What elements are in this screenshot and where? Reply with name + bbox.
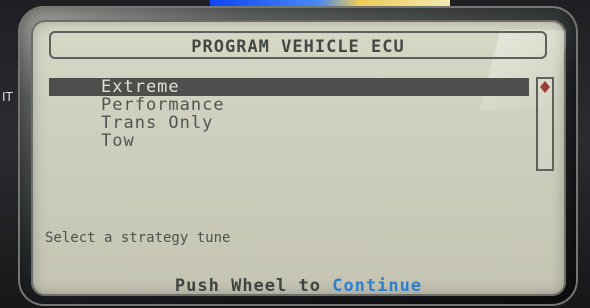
title-box: PROGRAM VEHICLE ECU	[49, 31, 547, 59]
device-frame: IT PROGRAM VEHICLE ECU Extreme Performan…	[0, 0, 590, 308]
page-title: PROGRAM VEHICLE ECU	[191, 37, 405, 57]
side-mark: IT	[2, 90, 13, 104]
menu-item-trans-only[interactable]: Trans Only	[49, 114, 529, 132]
continue-hint: Push Wheel to Continue	[31, 276, 566, 296]
menu-item-tow[interactable]: Tow	[49, 132, 529, 150]
diamond-icon	[540, 81, 550, 93]
menu-item-extreme[interactable]: Extreme	[49, 78, 529, 96]
lcd-screen: PROGRAM VEHICLE ECU Extreme Performance …	[31, 20, 566, 296]
continue-prefix: Push Wheel to	[174, 276, 333, 296]
menu-item-performance[interactable]: Performance	[49, 96, 529, 114]
continue-accent: Continue	[332, 276, 423, 296]
menu-scrollbar[interactable]	[536, 77, 554, 171]
tune-menu: Extreme Performance Trans Only Tow	[49, 78, 529, 150]
prompt-text: Select a strategy tune	[45, 230, 231, 246]
